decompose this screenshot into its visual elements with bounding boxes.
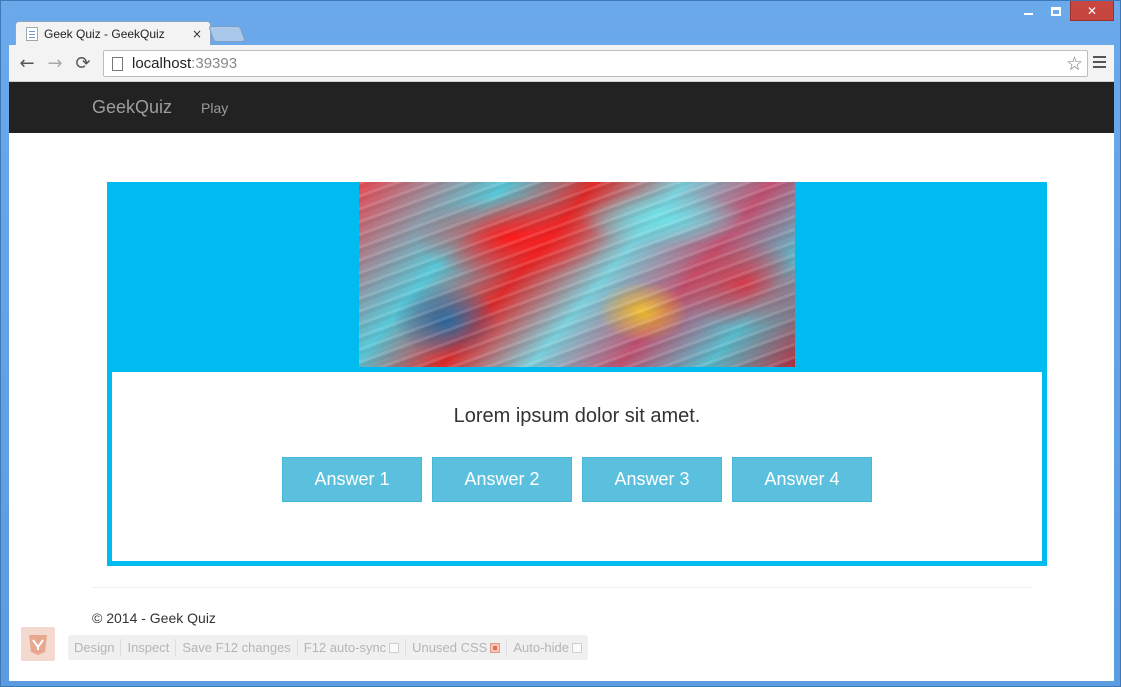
nav-link-play[interactable]: Play — [201, 100, 228, 116]
browser-window: ✕ Geek Quiz - GeekQuiz × ← → ⟳ localhost… — [0, 0, 1121, 687]
bl-inspect-label: Inspect — [127, 640, 170, 655]
page-viewport: GeekQuiz Play Lorem ipsum dolor sit amet… — [9, 82, 1114, 681]
tab-title: Geek Quiz - GeekQuiz — [44, 27, 165, 41]
bl-save-label: Save F12 changes — [182, 640, 291, 655]
reload-icon: ⟳ — [75, 52, 91, 74]
address-bar[interactable]: localhost:39393 ☆ — [103, 50, 1088, 77]
quiz-card: Lorem ipsum dolor sit amet. Answer 1 Ans… — [107, 182, 1047, 566]
close-icon: ✕ — [1086, 3, 1098, 18]
navbar-brand[interactable]: GeekQuiz — [92, 97, 172, 118]
bl-f12-auto-sync[interactable]: F12 auto-sync — [298, 639, 407, 656]
tab-close-icon[interactable]: × — [192, 27, 202, 41]
site-navbar: GeekQuiz Play — [9, 82, 1114, 133]
bl-inspect[interactable]: Inspect — [121, 639, 177, 656]
quiz-body: Lorem ipsum dolor sit amet. Answer 1 Ans… — [112, 372, 1042, 561]
bl-auto-sync-label: F12 auto-sync — [303, 640, 387, 655]
forward-button[interactable]: → — [45, 52, 65, 74]
bl-design[interactable]: Design — [68, 639, 122, 656]
maximize-icon — [1051, 6, 1061, 16]
quiz-header-image — [359, 182, 795, 367]
bl-auto-sync-checkbox[interactable] — [389, 642, 400, 653]
bl-auto-hide-checkbox[interactable] — [571, 642, 582, 653]
maximize-button[interactable] — [1042, 1, 1070, 21]
reload-button[interactable]: ⟳ — [73, 52, 93, 74]
page-icon — [112, 56, 123, 71]
footer-copyright: © 2014 - Geek Quiz — [92, 610, 216, 626]
minimize-icon — [1023, 13, 1033, 15]
bl-unused-css-label: Unused CSS — [412, 640, 488, 655]
bl-auto-hide-label: Auto-hide — [513, 640, 569, 655]
bl-design-label: Design — [74, 640, 115, 655]
forward-arrow-icon: → — [47, 52, 63, 74]
footer-divider — [92, 587, 1032, 588]
bookmark-star-icon[interactable]: ☆ — [1066, 53, 1083, 75]
answer-button-1[interactable]: Answer 1 — [282, 457, 422, 502]
answer-button-4[interactable]: Answer 4 — [732, 457, 872, 502]
answer-list: Answer 1 Answer 2 Answer 3 Answer 4 — [112, 457, 1042, 502]
back-button[interactable]: ← — [17, 52, 37, 74]
question-text: Lorem ipsum dolor sit amet. — [453, 405, 701, 427]
minimize-button[interactable] — [1014, 1, 1042, 21]
answer-button-3[interactable]: Answer 3 — [582, 457, 722, 502]
window-controls: ✕ — [1014, 1, 1114, 22]
browser-link-logo-icon[interactable] — [21, 627, 55, 661]
bl-unused-css-checkbox[interactable] — [490, 642, 501, 653]
browser-tab[interactable]: Geek Quiz - GeekQuiz × — [15, 21, 211, 46]
bl-auto-hide[interactable]: Auto-hide — [507, 639, 588, 656]
new-tab-button[interactable] — [208, 26, 246, 42]
close-window-button[interactable]: ✕ — [1070, 1, 1114, 21]
back-arrow-icon: ← — [19, 52, 35, 74]
answer-button-2[interactable]: Answer 2 — [432, 457, 572, 502]
bl-unused-css[interactable]: Unused CSS — [406, 639, 508, 656]
address-host: localhost — [132, 55, 192, 72]
browser-menu-icon[interactable] — [1093, 56, 1106, 69]
browser-toolbar: ← → ⟳ localhost:39393 ☆ — [9, 45, 1114, 82]
bl-save-f12-changes[interactable]: Save F12 changes — [176, 639, 298, 656]
browser-link-toolbar: Design Inspect Save F12 changes F12 auto… — [68, 635, 588, 660]
address-port: :39393 — [191, 55, 238, 72]
page-favicon-icon — [26, 27, 38, 41]
